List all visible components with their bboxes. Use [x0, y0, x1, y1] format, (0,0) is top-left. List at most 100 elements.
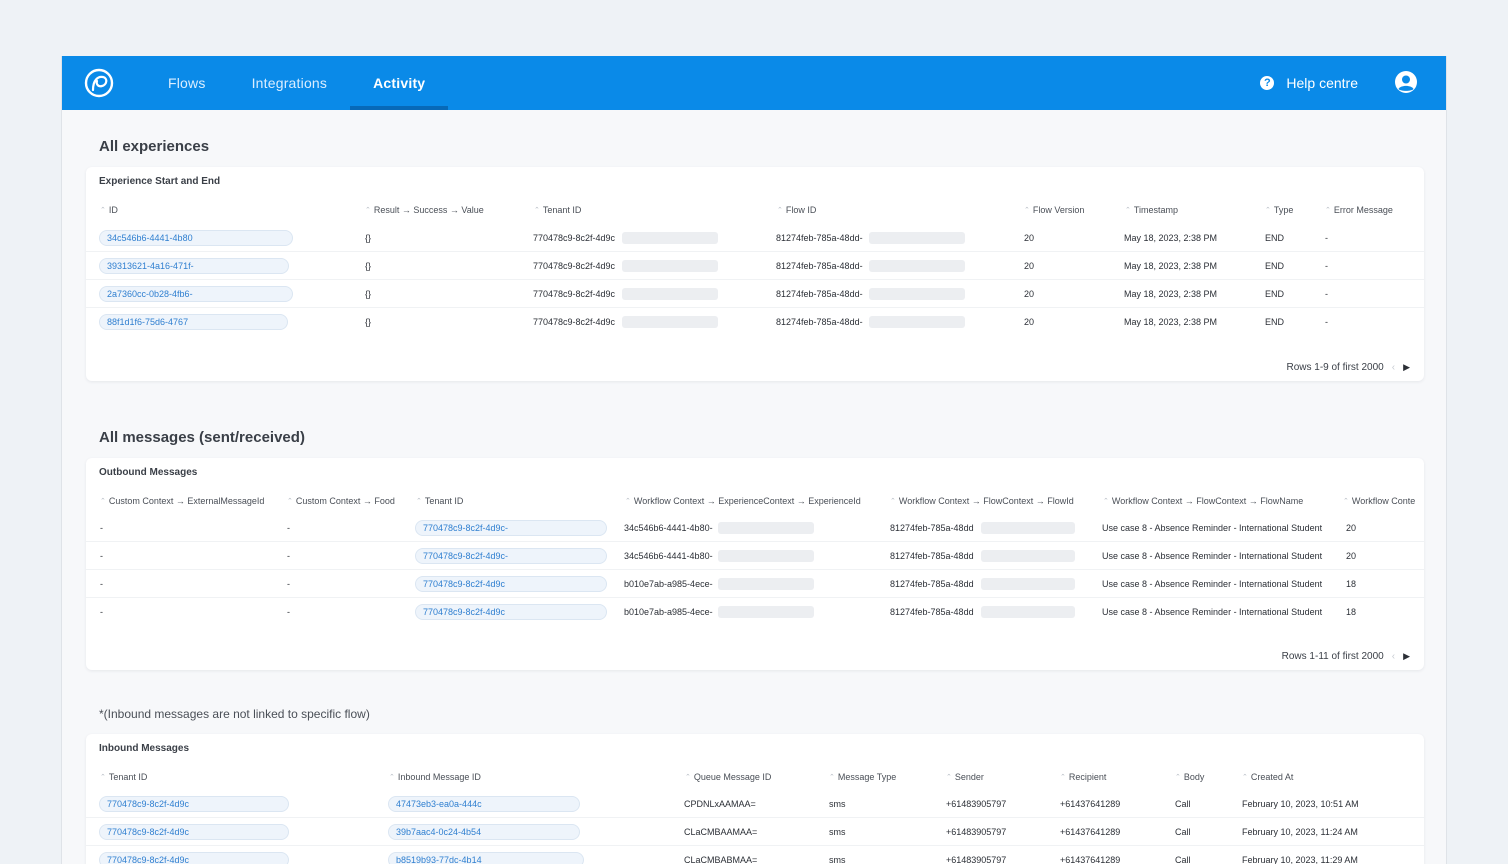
- user-avatar-icon[interactable]: [1394, 70, 1418, 94]
- redacted-block: [622, 260, 718, 272]
- table-row: 88f1d1f6-75d6-4767 {} 770478c9-8c2f-4d9c…: [86, 308, 1424, 336]
- sender: +61483905797: [946, 827, 1007, 837]
- outbound-table-card: Outbound Messages Custom Context → Exter…: [86, 458, 1424, 670]
- col-experience-id[interactable]: Workflow Context → ExperienceContext → E…: [625, 487, 861, 515]
- col-flow-version[interactable]: Flow Version: [1024, 196, 1085, 224]
- next-page-icon[interactable]: ▶: [1403, 651, 1410, 662]
- type: END: [1265, 233, 1285, 243]
- col-error-message[interactable]: Error Message: [1325, 196, 1393, 224]
- tenant-id-link[interactable]: 770478c9-8c2f-4d9c: [415, 604, 607, 620]
- flow-id: 81274feb-785a-48dd-: [776, 317, 863, 327]
- body: Call: [1175, 855, 1191, 864]
- outbound-pager: Rows 1-11 of first 2000 ‹ ▶: [1282, 651, 1410, 662]
- experience-id-link[interactable]: 39313621-4a16-471f-: [99, 258, 289, 274]
- message-type: sms: [829, 855, 846, 864]
- tenant-id: 770478c9-8c2f-4d9c: [533, 289, 616, 299]
- nav-integrations[interactable]: Integrations: [229, 56, 351, 110]
- col-sender[interactable]: Sender: [946, 763, 984, 791]
- col-id[interactable]: ID: [100, 196, 118, 224]
- pager-label: Rows 1-11 of first 2000: [1281, 651, 1384, 662]
- experience-table-card: Experience Start and End ID Result → Suc…: [86, 167, 1424, 381]
- redacted-block: [981, 578, 1075, 590]
- sender: +61483905797: [946, 855, 1007, 864]
- tenant-id-link[interactable]: 770478c9-8c2f-4d9c-: [415, 520, 607, 536]
- nav-flows[interactable]: Flows: [145, 56, 229, 110]
- inbound-message-id-link[interactable]: b8519b93-77dc-4b14: [388, 852, 584, 864]
- col-created-at[interactable]: Created At: [1242, 763, 1294, 791]
- col-result[interactable]: Result → Success → Value: [365, 196, 484, 224]
- tenant-id-link[interactable]: 770478c9-8c2f-4d9c: [99, 824, 289, 840]
- error-message: -: [1325, 233, 1328, 243]
- workflow-version: 18: [1346, 607, 1357, 617]
- col-message-type[interactable]: Message Type: [829, 763, 896, 791]
- main-nav: Flows Integrations Activity: [145, 56, 449, 110]
- nav-activity[interactable]: Activity: [350, 56, 449, 110]
- redacted-block: [718, 578, 814, 590]
- experience-id: b010e7ab-a985-4ece-: [624, 579, 713, 589]
- help-centre-link[interactable]: ? Help centre: [1260, 56, 1358, 110]
- inbound-table-card: Inbound Messages Tenant ID Inbound Messa…: [86, 734, 1424, 864]
- tenant-id-link[interactable]: 770478c9-8c2f-4d9c: [99, 852, 289, 864]
- created-at: February 10, 2023, 10:51 AM: [1242, 799, 1359, 809]
- redacted-block: [718, 522, 814, 534]
- external-message-id: -: [100, 551, 103, 561]
- outbound-card-title: Outbound Messages: [99, 467, 198, 478]
- inbound-message-id-link[interactable]: 39b7aac4-0c24-4b54: [388, 824, 580, 840]
- col-flow-id[interactable]: Flow ID: [777, 196, 817, 224]
- flow-name: Use case 8 - Absence Reminder - Internat…: [1102, 523, 1323, 533]
- redacted-block: [981, 522, 1075, 534]
- brand-logo-icon[interactable]: [84, 68, 114, 98]
- external-message-id: -: [100, 607, 103, 617]
- flow-version: 20: [1024, 317, 1035, 327]
- prev-page-icon[interactable]: ‹: [1392, 362, 1395, 373]
- flow-id: 81274feb-785a-48dd-: [776, 289, 863, 299]
- workflow-version: 18: [1346, 579, 1357, 589]
- inbound-message-id-link[interactable]: 47473eb3-ea0a-444c: [388, 796, 580, 812]
- type: END: [1265, 261, 1285, 271]
- table-row: - - 770478c9-8c2f-4d9c- 34c546b6-4441-4b…: [86, 542, 1424, 570]
- messages-section-title: All messages (sent/received): [99, 429, 305, 446]
- body: Call: [1175, 827, 1191, 837]
- tenant-id-link[interactable]: 770478c9-8c2f-4d9c: [99, 796, 289, 812]
- experience-id-link[interactable]: 34c546b6-4441-4b80: [99, 230, 293, 246]
- type: END: [1265, 317, 1285, 327]
- col-tenant-id[interactable]: Tenant ID: [416, 487, 464, 515]
- type: END: [1265, 289, 1285, 299]
- queue-message-id: CPDNLxAAMAA=: [684, 799, 756, 809]
- flow-version: 20: [1024, 289, 1035, 299]
- col-workflow-context[interactable]: Workflow Conte: [1343, 487, 1415, 515]
- experience-id: 34c546b6-4441-4b80-: [624, 523, 713, 533]
- tenant-id-link[interactable]: 770478c9-8c2f-4d9c-: [415, 548, 607, 564]
- col-type[interactable]: Type: [1265, 196, 1294, 224]
- error-message: -: [1325, 289, 1328, 299]
- next-page-icon[interactable]: ▶: [1403, 362, 1410, 373]
- food: -: [287, 579, 290, 589]
- redacted-block: [869, 232, 965, 244]
- col-tenant-id[interactable]: Tenant ID: [100, 763, 148, 791]
- experience-id-link[interactable]: 2a7360cc-0b28-4fb6-: [99, 286, 293, 302]
- col-timestamp[interactable]: Timestamp: [1125, 196, 1178, 224]
- experience-id-link[interactable]: 88f1d1f6-75d6-4767: [99, 314, 288, 330]
- col-flow-id[interactable]: Workflow Context → FlowContext → FlowId: [890, 487, 1074, 515]
- col-flow-name[interactable]: Workflow Context → FlowContext → FlowNam…: [1103, 487, 1303, 515]
- col-body[interactable]: Body: [1175, 763, 1205, 791]
- col-food[interactable]: Custom Context → Food: [287, 487, 395, 515]
- result-value: {}: [365, 317, 372, 327]
- col-external-message-id[interactable]: Custom Context → ExternalMessageId: [100, 487, 265, 515]
- experience-id: b010e7ab-a985-4ece-: [624, 607, 713, 617]
- col-queue-message-id[interactable]: Queue Message ID: [685, 763, 772, 791]
- redacted-block: [869, 316, 965, 328]
- tenant-id-link[interactable]: 770478c9-8c2f-4d9c: [415, 576, 607, 592]
- message-type: sms: [829, 799, 846, 809]
- flow-version: 20: [1024, 233, 1035, 243]
- col-inbound-message-id[interactable]: Inbound Message ID: [389, 763, 481, 791]
- redacted-block: [869, 288, 965, 300]
- flow-name: Use case 8 - Absence Reminder - Internat…: [1102, 579, 1323, 589]
- tenant-id: 770478c9-8c2f-4d9c: [533, 317, 616, 327]
- food: -: [287, 607, 290, 617]
- timestamp: May 18, 2023, 2:38 PM: [1124, 317, 1218, 327]
- col-tenant-id[interactable]: Tenant ID: [534, 196, 582, 224]
- created-at: February 10, 2023, 11:29 AM: [1242, 855, 1358, 864]
- prev-page-icon[interactable]: ‹: [1392, 651, 1395, 662]
- col-recipient[interactable]: Recipient: [1060, 763, 1107, 791]
